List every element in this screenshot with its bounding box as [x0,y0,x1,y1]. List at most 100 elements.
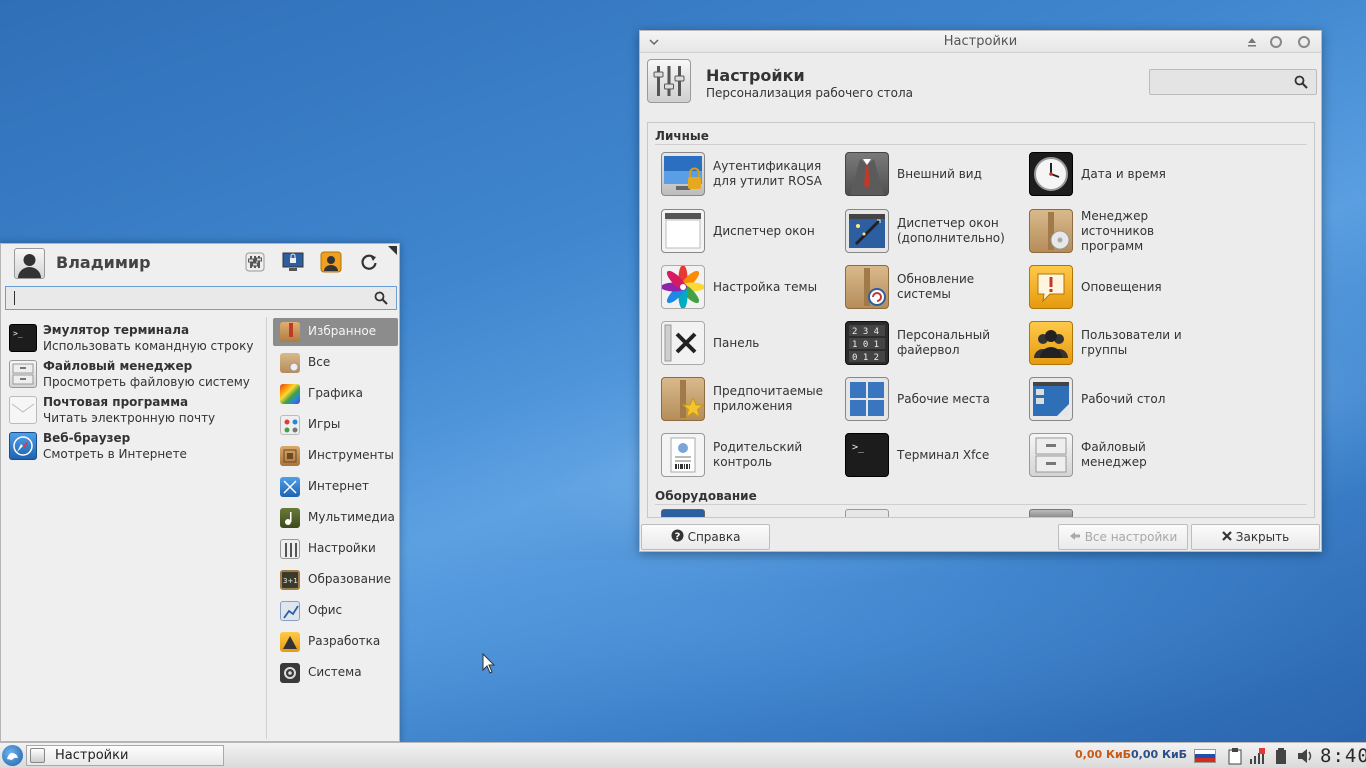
panel-icon [661,321,705,365]
package-update-icon [845,265,889,309]
favorite-item-file-manager[interactable]: Файловый менеджер Просмотреть файловую с… [7,357,265,391]
settings-item-desktop[interactable]: Рабочий стол [1026,374,1210,424]
svg-text:1 0 1: 1 0 1 [852,340,879,350]
whisker-menu-button[interactable] [2,745,23,766]
svg-text:>_: >_ [852,442,865,453]
category-education[interactable]: 3+1 Образование [273,566,398,594]
settings-item-users-groups[interactable]: Пользователи и группы [1026,318,1210,368]
clipboard-icon[interactable] [1226,747,1244,765]
settings-item-parental-control[interactable]: Родительский контроль [658,430,842,480]
window-titlebar[interactable]: Настройки [640,31,1321,53]
battery-icon[interactable] [1272,747,1290,765]
keyboard-layout-flag-icon[interactable] [1194,749,1216,763]
category-office[interactable]: Офис [273,597,398,625]
section-title-hardware: Оборудование [655,489,757,503]
help-icon: ? [671,529,684,545]
settings-item-rosa-auth[interactable]: Аутентификация для утилит ROSA [658,149,842,199]
settings-item-theme[interactable]: Настройка темы [658,262,842,312]
all-apps-icon [280,353,300,373]
logout-refresh-icon[interactable] [358,251,380,273]
settings-item-workspaces[interactable]: Рабочие места [842,374,1026,424]
development-icon [280,632,300,652]
category-development[interactable]: Разработка [273,628,398,656]
item-label: Предпочитаемые приложения [713,384,824,413]
compass-icon [9,432,37,460]
workspaces-icon [845,377,889,421]
terminal-icon: >_ [9,324,37,352]
settings-item-appearance[interactable]: Внешний вид [842,149,1026,199]
category-favorites[interactable]: Избранное [273,318,398,346]
section-divider [655,144,1307,145]
close-window-button[interactable] [1296,34,1312,50]
application-menu: Владимир >_ Эмулятор терминала Использов… [0,243,400,742]
item-label: Менеджер источников программ [1081,208,1155,253]
favorite-item-mail[interactable]: Почтовая программа Читать электронную по… [7,393,265,427]
settings-item-date-time[interactable]: Дата и время [1026,149,1210,199]
taskbar-task-settings[interactable]: Настройки [26,745,224,766]
menu-search-input[interactable] [6,287,356,309]
settings-search-field[interactable] [1149,69,1317,95]
menu-resize-corner-icon[interactable] [388,246,397,255]
settings-item-notifications[interactable]: Оповещения [1026,262,1210,312]
window-wand-icon [845,209,889,253]
color-flower-icon [661,265,705,309]
category-internet[interactable]: Интернет [273,473,398,501]
settings-item-xfce-terminal[interactable]: >_ Терминал Xfce [842,430,1026,480]
task-label: Настройки [55,748,129,763]
settings-item-window-manager[interactable]: Диспетчер окон [658,206,842,256]
svg-text:2 3 4: 2 3 4 [852,327,879,337]
settings-manager-sliders-icon[interactable] [244,251,266,273]
settings-item-software-sources[interactable]: Менеджер источников программ [1026,206,1210,256]
settings-item-system-update[interactable]: Обновление системы [842,262,1026,312]
education-icon: 3+1 [280,570,300,590]
clock-icon [1029,152,1073,196]
settings-sliders-icon [647,59,691,103]
switch-user-icon[interactable] [320,251,342,273]
settings-item-window-manager-advanced[interactable]: Диспетчер окон (дополнительно) [842,206,1026,256]
settings-item-preferred-apps[interactable]: Предпочитаемые приложения [658,374,842,424]
user-avatar[interactable] [14,248,45,279]
shade-icon[interactable] [1244,34,1260,50]
favorite-item-browser[interactable]: Веб-браузер Смотреть в Интернете [7,429,265,463]
svg-text:?: ? [674,532,680,543]
settings-items-pane[interactable]: Личные Аутентификация для утилит ROSA Вн… [647,122,1315,518]
item-label: Внешний вид [897,166,982,181]
maximize-circle-icon [1270,36,1282,48]
all-settings-button[interactable]: Все настройки [1058,524,1188,550]
close-x-icon [1221,530,1232,544]
menu-search-field[interactable] [5,286,397,310]
clock[interactable]: 8:40 [1320,745,1366,767]
settings-item-file-manager[interactable]: Файловый менеджер [1026,430,1210,480]
category-multimedia[interactable]: Мультимедиа [273,504,398,532]
settings-item-panel[interactable]: Панель [658,318,842,368]
net-upload-rate: 0,00 КиБ [1131,748,1188,761]
item-label: Пользователи и группы [1081,328,1182,357]
category-tools[interactable]: Инструменты [273,442,398,470]
category-name: Все [308,355,331,369]
category-name: Разработка [308,634,381,648]
favorite-name: Почтовая программа [43,395,189,409]
help-button[interactable]: ? Справка [641,524,770,550]
graphics-icon [280,384,300,404]
net-download-rate: 0,00 КиБ [1075,748,1132,761]
favorites-list: >_ Эмулятор терминала Использовать коман… [4,317,267,739]
category-settings[interactable]: Настройки [273,535,398,563]
settings-search-input[interactable] [1150,70,1290,94]
volume-icon[interactable] [1296,747,1314,765]
settings-item-firewall[interactable]: 2 3 4 1 0 1 0 1 2 Персональный файервол [842,318,1026,368]
lock-screen-icon[interactable] [282,251,304,273]
category-system[interactable]: Система [273,659,398,687]
category-all[interactable]: Все [273,349,398,377]
close-button-label: Закрыть [1235,530,1290,544]
terminal-icon: >_ [845,433,889,477]
file-cabinet-icon [9,360,37,388]
package-star-icon [661,377,705,421]
maximize-button[interactable] [1268,34,1284,50]
category-graphics[interactable]: Графика [273,380,398,408]
network-signal-icon[interactable] [1248,747,1266,765]
category-name: Графика [308,386,363,400]
close-button[interactable]: Закрыть [1191,524,1320,550]
category-games[interactable]: Игры [273,411,398,439]
favorite-item-terminal[interactable]: >_ Эмулятор терминала Использовать коман… [7,321,265,355]
svg-text:0 1 2: 0 1 2 [852,353,879,363]
